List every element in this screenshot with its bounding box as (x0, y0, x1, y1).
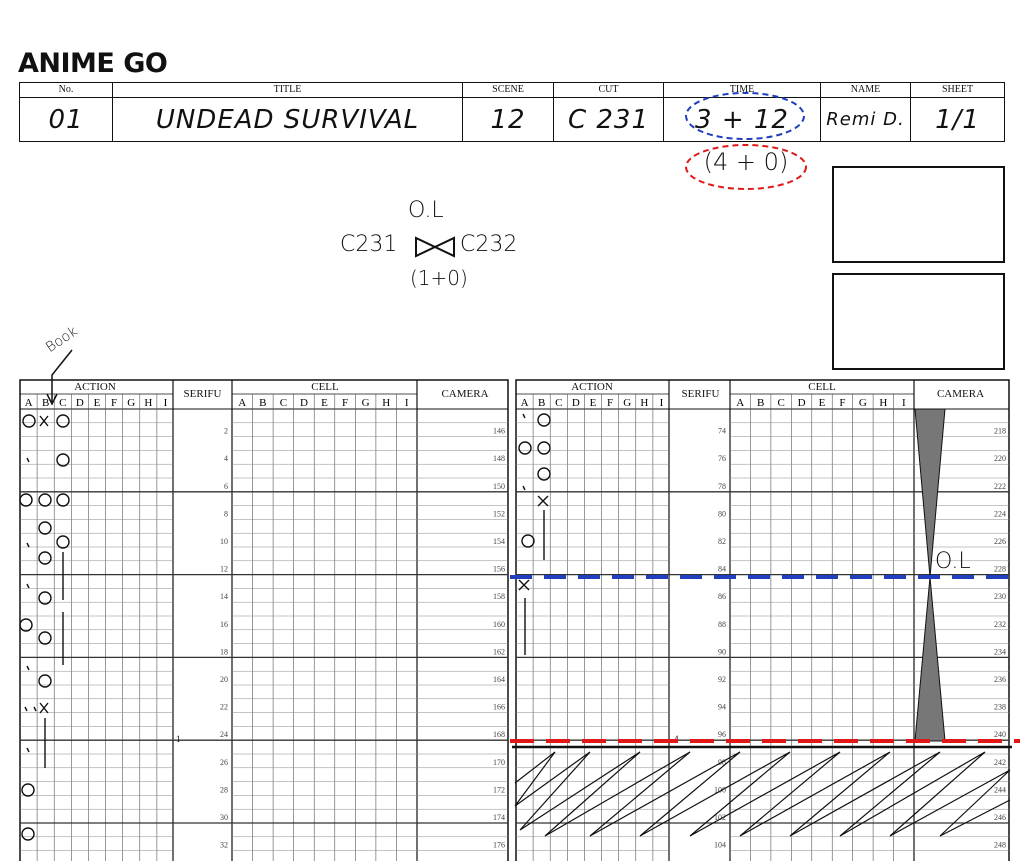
annotation-overlay (19, 349, 1020, 841)
hatch-scribble (514, 751, 1011, 837)
book-arrow-icon (46, 349, 73, 406)
right-action-marks (518, 413, 551, 655)
left-action-marks (19, 414, 70, 841)
